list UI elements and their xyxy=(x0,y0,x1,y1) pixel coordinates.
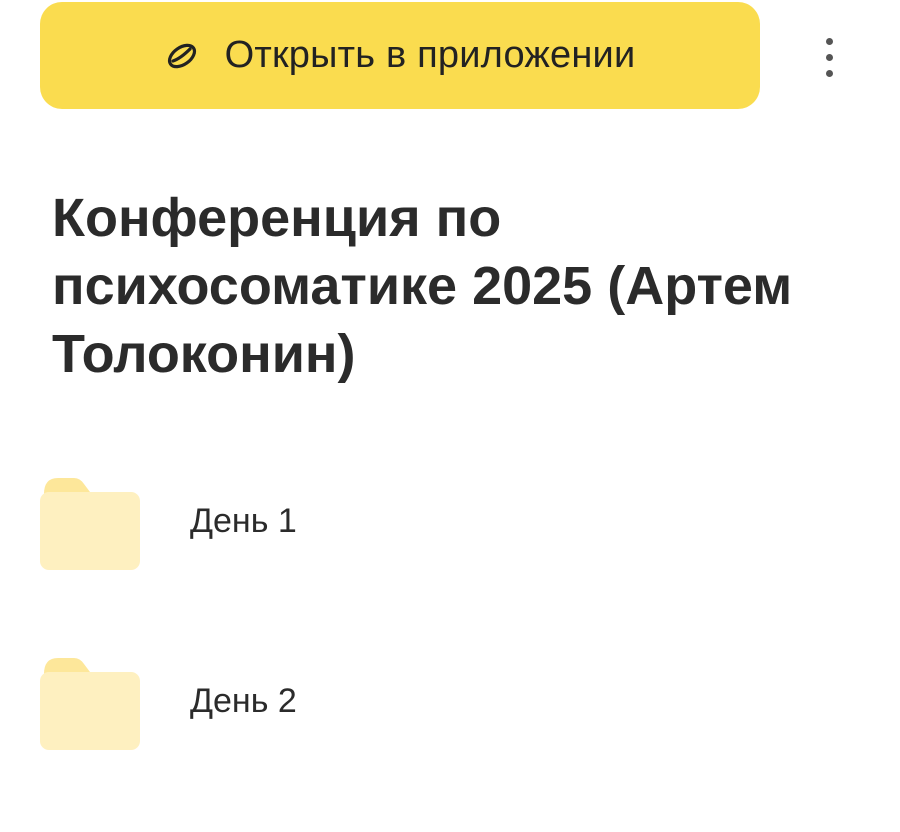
more-options-button[interactable] xyxy=(806,30,852,84)
more-dot xyxy=(825,53,833,61)
yandex-disk-icon xyxy=(165,39,199,73)
folder-item-day-1[interactable]: День 1 xyxy=(40,472,860,652)
open-in-app-label: Открыть в приложении xyxy=(224,34,636,76)
open-in-app-button[interactable]: Открыть в приложении xyxy=(40,2,760,109)
folder-list: День 1 День 2 xyxy=(40,472,860,832)
folder-item-day-2[interactable]: День 2 xyxy=(40,652,860,832)
folder-name: День 2 xyxy=(190,682,297,720)
folder-icon xyxy=(40,472,140,570)
more-dot xyxy=(825,69,833,77)
more-vertical-icon xyxy=(825,37,833,45)
folder-icon xyxy=(40,652,140,750)
folder-name: День 1 xyxy=(190,502,297,540)
page-title: Конференция по психосоматике 2025 (Артем… xyxy=(52,188,793,384)
